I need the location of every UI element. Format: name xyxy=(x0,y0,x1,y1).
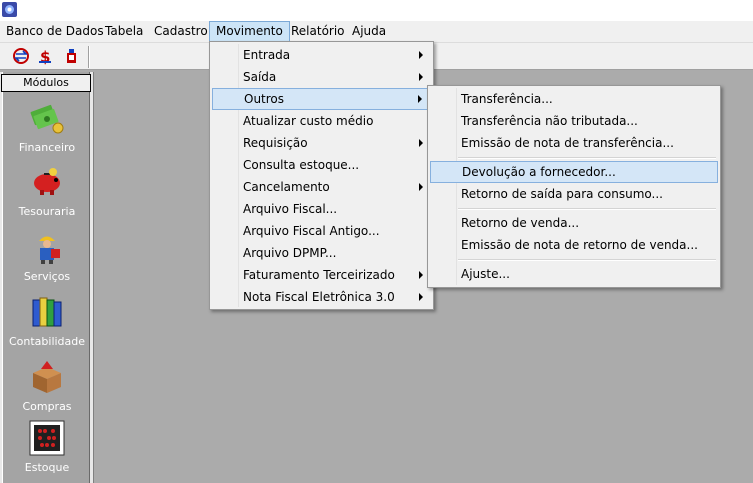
menu-movimento[interactable]: Movimento xyxy=(209,21,290,42)
module-financeiro[interactable]: Financeiro xyxy=(0,100,94,154)
submenu-arrow-icon xyxy=(419,51,423,59)
dollar-icon[interactable]: $ xyxy=(36,47,54,65)
menu-item-label: Transferência não tributada... xyxy=(461,114,638,128)
menu-item-label: Transferência... xyxy=(461,92,553,106)
menu-item-label: Entrada xyxy=(243,48,291,62)
menu-tabela[interactable]: Tabela xyxy=(99,21,149,42)
box-icon xyxy=(33,361,61,393)
title-bar xyxy=(0,0,753,21)
menu-item-label: Ajuste... xyxy=(461,267,510,281)
menu-bar: Banco de Dados Tabela Cadastro Movimento… xyxy=(0,21,753,42)
menu-item-label: Requisição xyxy=(243,136,308,150)
books-icon xyxy=(32,297,62,327)
menu-item-transferencia-nao-tributada[interactable]: Transferência não tributada... xyxy=(430,110,718,132)
menu-item-label: Consulta estoque... xyxy=(243,158,360,172)
menu-item-requisicao[interactable]: Requisição xyxy=(212,132,431,154)
menu-item-label: Emissão de nota de transferência... xyxy=(461,136,674,150)
module-contabilidade[interactable]: Contabilidade xyxy=(0,294,94,348)
module-label: Serviços xyxy=(23,270,71,283)
submenu-arrow-icon xyxy=(419,73,423,81)
menu-item-label: Arquivo Fiscal... xyxy=(243,202,338,216)
submenu-arrow-icon xyxy=(419,139,423,147)
module-compras[interactable]: Compras xyxy=(0,359,94,413)
modules-header: Módulos xyxy=(1,74,91,92)
menu-item-retorno-venda[interactable]: Retorno de venda... xyxy=(430,212,718,234)
menu-item-cancelamento[interactable]: Cancelamento xyxy=(212,176,431,198)
movimento-menu: Entrada Saída Outros Atualizar custo méd… xyxy=(209,41,434,310)
menu-item-label: Arquivo Fiscal Antigo... xyxy=(243,224,380,238)
app-icon xyxy=(2,2,17,17)
menu-item-label: Outros xyxy=(244,92,285,106)
menu-item-atualizar-custo-medio[interactable]: Atualizar custo médio xyxy=(212,110,431,132)
menu-item-arquivo-fiscal[interactable]: Arquivo Fiscal... xyxy=(212,198,431,220)
menu-item-label: Emissão de nota de retorno de venda... xyxy=(461,238,698,252)
money-icon xyxy=(30,104,64,134)
menu-item-outros[interactable]: Outros xyxy=(212,88,431,110)
menu-relatorio[interactable]: Relatório xyxy=(285,21,351,42)
menu-item-transferencia[interactable]: Transferência... xyxy=(430,88,718,110)
menu-ajuda[interactable]: Ajuda xyxy=(346,21,392,42)
submenu-arrow-icon xyxy=(419,293,423,301)
menu-item-label: Arquivo DPMP... xyxy=(243,246,337,260)
menu-item-arquivo-dpmp[interactable]: Arquivo DPMP... xyxy=(212,242,431,264)
module-servicos[interactable]: Serviços xyxy=(0,229,94,283)
menu-separator xyxy=(458,208,716,210)
module-label: Estoque xyxy=(24,461,70,474)
module-label: Compras xyxy=(22,400,72,413)
menu-item-label: Retorno de venda... xyxy=(461,216,580,230)
module-tesouraria[interactable]: Tesouraria xyxy=(0,164,94,218)
menu-item-label: Retorno de saída para consumo... xyxy=(461,187,663,201)
menu-banco-de-dados[interactable]: Banco de Dados xyxy=(0,21,110,42)
menu-item-devolucao-fornecedor[interactable]: Devolução a fornecedor... xyxy=(430,161,718,183)
menu-item-retorno-saida-consumo[interactable]: Retorno de saída para consumo... xyxy=(430,183,718,205)
menu-cadastro[interactable]: Cadastro xyxy=(148,21,214,42)
menu-item-saida[interactable]: Saída xyxy=(212,66,431,88)
menu-item-label: Atualizar custo médio xyxy=(243,114,374,128)
toolbar-separator xyxy=(88,46,90,68)
menu-item-arquivo-fiscal-antigo[interactable]: Arquivo Fiscal Antigo... xyxy=(212,220,431,242)
submenu-arrow-icon xyxy=(419,271,423,279)
menu-separator xyxy=(458,157,716,159)
exchange-icon[interactable] xyxy=(12,47,30,65)
menu-item-label: Nota Fiscal Eletrônica 3.0 xyxy=(243,290,395,304)
menu-item-faturamento-terceirizado[interactable]: Faturamento Terceirizado xyxy=(212,264,431,286)
menu-item-label: Devolução a fornecedor... xyxy=(462,165,616,179)
menu-item-entrada[interactable]: Entrada xyxy=(212,44,431,66)
menu-item-label: Cancelamento xyxy=(243,180,330,194)
outros-submenu: Transferência... Transferência não tribu… xyxy=(427,85,721,288)
worker-icon xyxy=(39,236,60,264)
menu-item-label: Faturamento Terceirizado xyxy=(243,268,395,282)
abacus-icon xyxy=(29,420,65,456)
module-label: Contabilidade xyxy=(8,335,86,348)
menu-item-ajuste[interactable]: Ajuste... xyxy=(430,263,718,285)
module-label: Financeiro xyxy=(18,141,76,154)
piggy-bank-icon xyxy=(34,168,60,195)
menu-item-label: Saída xyxy=(243,70,277,84)
module-label: Tesouraria xyxy=(18,205,76,218)
modules-sidebar: Módulos Financeiro Tesouraria Serviços C… xyxy=(0,72,94,483)
menu-separator xyxy=(458,259,716,261)
submenu-arrow-icon xyxy=(419,183,423,191)
module-estoque[interactable]: Estoque xyxy=(0,420,94,474)
menu-item-emissao-nota-transferencia[interactable]: Emissão de nota de transferência... xyxy=(430,132,718,154)
menu-item-emissao-nota-retorno-venda[interactable]: Emissão de nota de retorno de venda... xyxy=(430,234,718,256)
bottle-icon[interactable] xyxy=(63,47,81,65)
menu-item-consulta-estoque[interactable]: Consulta estoque... xyxy=(212,154,431,176)
menu-item-nota-fiscal-eletronica[interactable]: Nota Fiscal Eletrônica 3.0 xyxy=(212,286,431,308)
submenu-arrow-icon xyxy=(418,95,422,103)
